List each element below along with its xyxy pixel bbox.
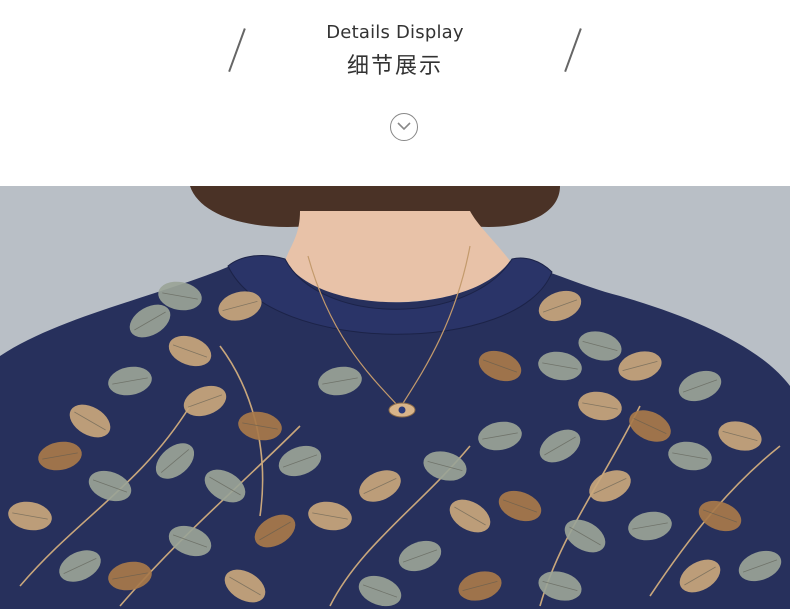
section-title-en: Details Display (326, 22, 464, 43)
section-header: Details Display 细节展示 (0, 0, 790, 186)
product-detail-page: Details Display 细节展示 (0, 0, 790, 609)
blouse-photo (0, 186, 790, 609)
chevron-down-circle-icon[interactable] (390, 113, 418, 141)
pendant-stone (398, 406, 406, 414)
chevron-down-icon (397, 122, 411, 131)
product-detail-photo (0, 186, 790, 609)
section-title-zh: 细节展示 (346, 54, 443, 79)
